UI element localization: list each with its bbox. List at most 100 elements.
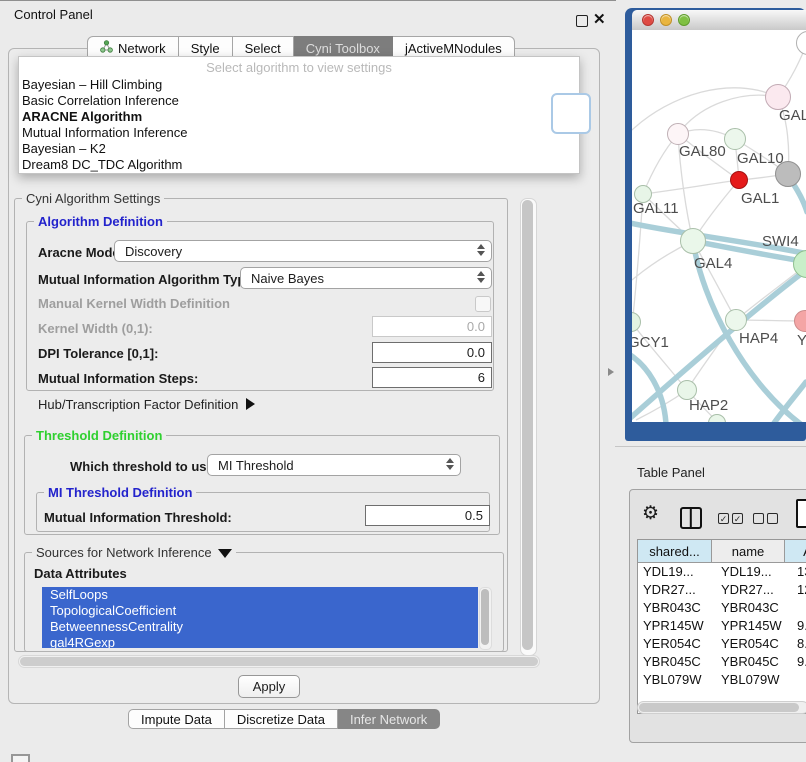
table-row[interactable]: YPR145W YPR145W 9. <box>638 617 806 635</box>
focused-field[interactable] <box>551 93 591 134</box>
table-panel-divider <box>615 446 806 447</box>
table-panel-title: Table Panel <box>637 465 705 480</box>
network-node-partial-bottom[interactable] <box>708 414 726 422</box>
node-table: shared...nameA YDL19... YDL19... 13 YDR2… <box>637 539 806 714</box>
table-header-row: shared...nameA <box>638 540 806 563</box>
node-label-gal10: GAL10 <box>737 150 784 167</box>
table-row[interactable]: YDL19... YDL19... 13 <box>638 563 806 581</box>
attribute-list-item[interactable]: gal4RGexp <box>42 635 478 648</box>
apply-button[interactable]: Apply <box>238 675 300 698</box>
network-canvas[interactable]: GAL7GAL80GAL10GAL1GAL11GAL4SWI4HAP4YGCY1… <box>632 30 806 422</box>
minimize-traffic-light[interactable] <box>660 14 672 26</box>
hub-definition-toggle[interactable]: Hub/Transcription Factor Definition <box>38 397 255 412</box>
combo-stepper-icon <box>477 244 485 256</box>
network-icon <box>100 40 113 56</box>
algorithm-dropdown-item[interactable]: Dream8 DC_TDC Algorithm <box>21 157 422 173</box>
which-threshold-select[interactable]: MI Threshold <box>207 454 461 476</box>
attribute-list-item[interactable]: SelfLoops <box>42 587 478 603</box>
close-traffic-light[interactable] <box>642 14 654 26</box>
settings-horizontal-scrollbar-thumb[interactable] <box>20 657 538 666</box>
mi-threshold-title: MI Threshold Definition <box>44 485 196 500</box>
node-label-gal1: GAL1 <box>741 190 779 207</box>
settings-vertical-scrollbar-thumb[interactable] <box>522 200 533 650</box>
table-row[interactable]: YBL079W YBL079W <box>638 671 806 689</box>
attribute-list-item[interactable]: TopologicalCoefficient <box>42 603 478 619</box>
dpi-tolerance-label: DPI Tolerance [0,1]: <box>38 346 158 361</box>
data-attributes-label: Data Attributes <box>34 566 127 581</box>
table-row[interactable]: YLR345W YLR345W 9. <box>638 689 806 691</box>
algorithm-dropdown-item[interactable]: ARACNE Algorithm <box>21 109 422 125</box>
network-node-gal4[interactable] <box>680 228 706 254</box>
collapse-down-icon <box>218 549 232 558</box>
network-node-gcy1[interactable] <box>632 312 641 332</box>
document-icon[interactable] <box>796 499 806 528</box>
float-window-icon[interactable] <box>576 15 588 27</box>
dpi-tolerance-input[interactable]: 0.0 <box>372 342 492 363</box>
network-node-gal1[interactable] <box>730 171 748 189</box>
attribute-list-item[interactable]: BetweennessCentrality <box>42 619 478 635</box>
network-node-gal80[interactable] <box>667 123 689 145</box>
network-node-partial-top[interactable] <box>796 31 806 55</box>
network-node-gal10[interactable] <box>724 128 746 150</box>
algorithm-dropdown-item[interactable]: Bayesian – Hill Climbing <box>21 77 422 93</box>
control-panel-title: Control Panel <box>14 7 93 22</box>
kernel-width-input[interactable]: 0.0 <box>372 316 492 337</box>
table-column-header[interactable]: shared... <box>638 540 712 563</box>
algorithm-dropdown-placeholder: Select algorithm to view settings <box>19 60 579 75</box>
panel-divider-handle[interactable] <box>608 368 614 376</box>
select-all-checks-icon[interactable]: ✓ ✓ <box>718 513 743 524</box>
node-label-swi4: SWI4 <box>762 233 799 250</box>
table-row[interactable]: YDR27... YDR27... 12 <box>638 581 806 599</box>
table-panel-body: ⚙ ✓ ✓ shared...nameA YDL19... YDL19... 1… <box>629 489 806 743</box>
mi-steps-label: Mutual Information Steps: <box>38 371 198 386</box>
node-label-hap4: HAP4 <box>739 330 778 347</box>
manual-kernel-width-checkbox[interactable] <box>475 296 491 312</box>
which-threshold-label: Which threshold to use: <box>70 459 218 474</box>
mi-algorithm-type-label: Mutual Information Algorithm Type: <box>38 272 257 287</box>
algorithm-dropdown-item[interactable]: Basic Correlation Inference <box>21 93 422 109</box>
columns-icon[interactable] <box>680 507 702 529</box>
threshold-definition-title: Threshold Definition <box>32 428 166 443</box>
network-nodes-layer: GAL7GAL80GAL10GAL1GAL11GAL4SWI4HAP4YGCY1… <box>632 30 806 422</box>
mi-threshold-input[interactable]: 0.5 <box>365 505 490 526</box>
close-icon[interactable]: ✕ <box>593 10 606 28</box>
table-column-header[interactable]: A <box>785 540 806 563</box>
tab-network-label: Network <box>118 41 166 56</box>
aracne-mode-select[interactable]: Discovery <box>114 240 492 262</box>
mi-steps-input[interactable]: 6 <box>372 367 492 388</box>
network-node-swi4[interactable] <box>793 250 806 278</box>
sources-title[interactable]: Sources for Network Inference <box>32 545 236 560</box>
aracne-mode-label: Aracne Mode: <box>38 245 124 260</box>
gear-icon[interactable]: ⚙ <box>642 502 659 525</box>
window-top-border <box>0 0 616 1</box>
attributes-scrollbar-thumb[interactable] <box>481 589 489 645</box>
table-row[interactable]: YBR043C YBR043C <box>638 599 806 617</box>
network-node-salmon-node[interactable] <box>794 310 806 332</box>
algorithm-dropdown-popup: Select algorithm to view settings Bayesi… <box>18 56 580 174</box>
algorithm-dropdown-item[interactable]: Bayesian – K2 <box>21 141 422 157</box>
table-row[interactable]: YBR045C YBR045C 9. <box>638 653 806 671</box>
node-label-gal4: GAL4 <box>694 255 732 272</box>
data-attributes-list: SelfLoopsTopologicalCoefficientBetweenne… <box>42 587 478 648</box>
app-root: Control Panel ✕ Network Style Select Cyn… <box>0 0 806 762</box>
zoom-traffic-light[interactable] <box>678 14 690 26</box>
network-node-gray-node[interactable] <box>775 161 801 187</box>
minimized-panel-icon[interactable] <box>11 754 30 762</box>
network-window-titlebar[interactable] <box>632 10 806 31</box>
algorithm-dropdown-item[interactable]: Mutual Information Inference <box>21 125 422 141</box>
tab-impute-data[interactable]: Impute Data <box>128 709 225 729</box>
tab-infer-network[interactable]: Infer Network <box>338 709 440 729</box>
manual-kernel-width-label: Manual Kernel Width Definition <box>38 296 230 311</box>
mi-algorithm-type-select[interactable]: Naive Bayes <box>240 267 492 289</box>
tab-discretize-data[interactable]: Discretize Data <box>225 709 338 729</box>
node-label-gal7: GAL7 <box>779 107 806 124</box>
table-column-header[interactable]: name <box>712 540 785 563</box>
deselect-all-checks-icon[interactable] <box>753 513 778 524</box>
node-label-gcy1: GCY1 <box>632 334 669 351</box>
table-row[interactable]: YER054C YER054C 8. <box>638 635 806 653</box>
expand-right-icon <box>246 398 255 410</box>
node-label-hap2: HAP2 <box>689 397 728 414</box>
algorithm-definition-title: Algorithm Definition <box>34 214 167 229</box>
network-node-hap4[interactable] <box>725 309 747 331</box>
table-horizontal-scrollbar-thumb[interactable] <box>639 703 799 712</box>
